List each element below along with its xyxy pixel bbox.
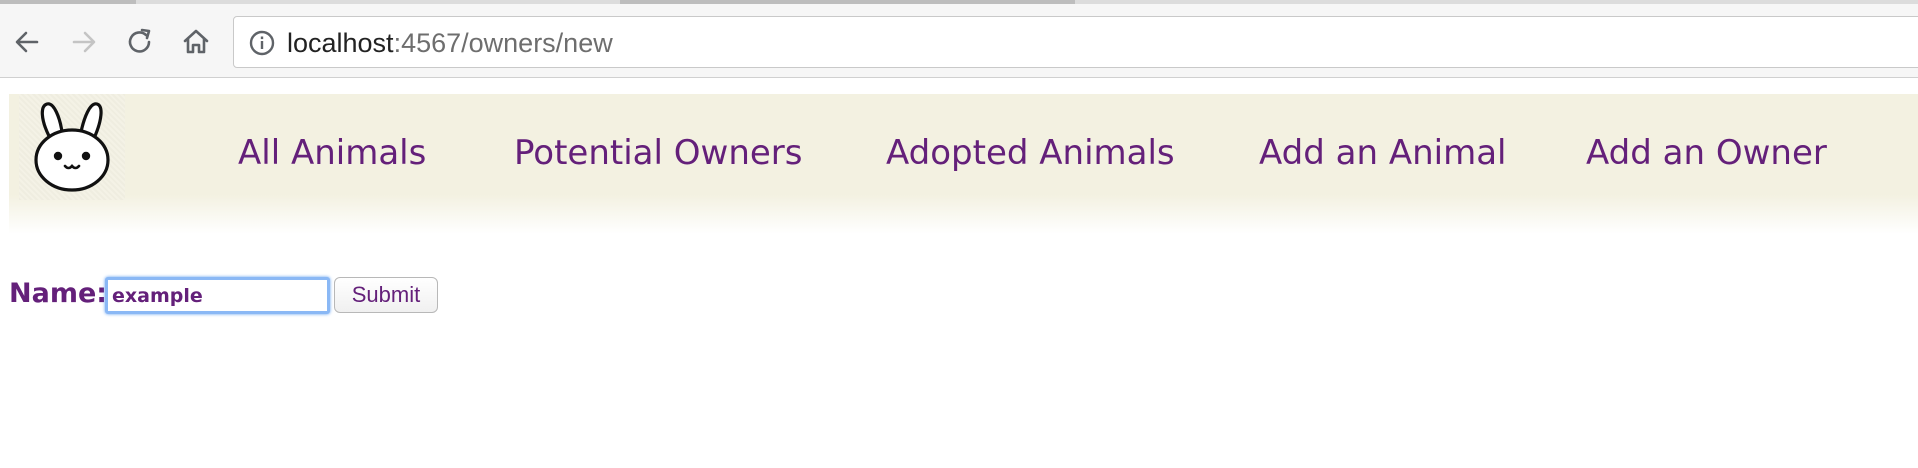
site-logo [19,94,125,200]
bunny-icon [34,102,110,192]
address-bar[interactable]: localhost:4567/owners/new [233,16,1918,68]
back-button[interactable] [9,24,45,60]
forward-button[interactable] [66,24,102,60]
reload-icon [128,28,151,53]
forward-arrow-icon [72,31,96,53]
info-icon[interactable] [248,29,276,57]
home-icon [183,29,209,54]
browser-toolbar: localhost:4567/owners/new [0,4,1918,78]
submit-button[interactable]: Submit [334,277,438,313]
url-text[interactable]: localhost:4567/owners/new [287,27,613,59]
page-content: All Animals Potential Owners Adopted Ani… [0,79,1918,468]
nav-adopted-animals[interactable]: Adopted Animals [886,133,1175,173]
name-input[interactable] [105,277,330,314]
url-path: :4567/owners/new [393,28,613,58]
nav-all-animals[interactable]: All Animals [238,133,426,173]
nav-add-an-animal[interactable]: Add an Animal [1259,133,1506,173]
nav-potential-owners[interactable]: Potential Owners [514,133,803,173]
nav-add-an-owner[interactable]: Add an Owner [1586,133,1827,173]
home-button[interactable] [178,24,214,60]
reload-button[interactable] [122,24,158,60]
url-host: localhost [287,28,394,58]
name-label: Name: [9,278,108,309]
site-header: All Animals Potential Owners Adopted Ani… [9,94,1918,234]
back-arrow-icon [15,31,39,53]
